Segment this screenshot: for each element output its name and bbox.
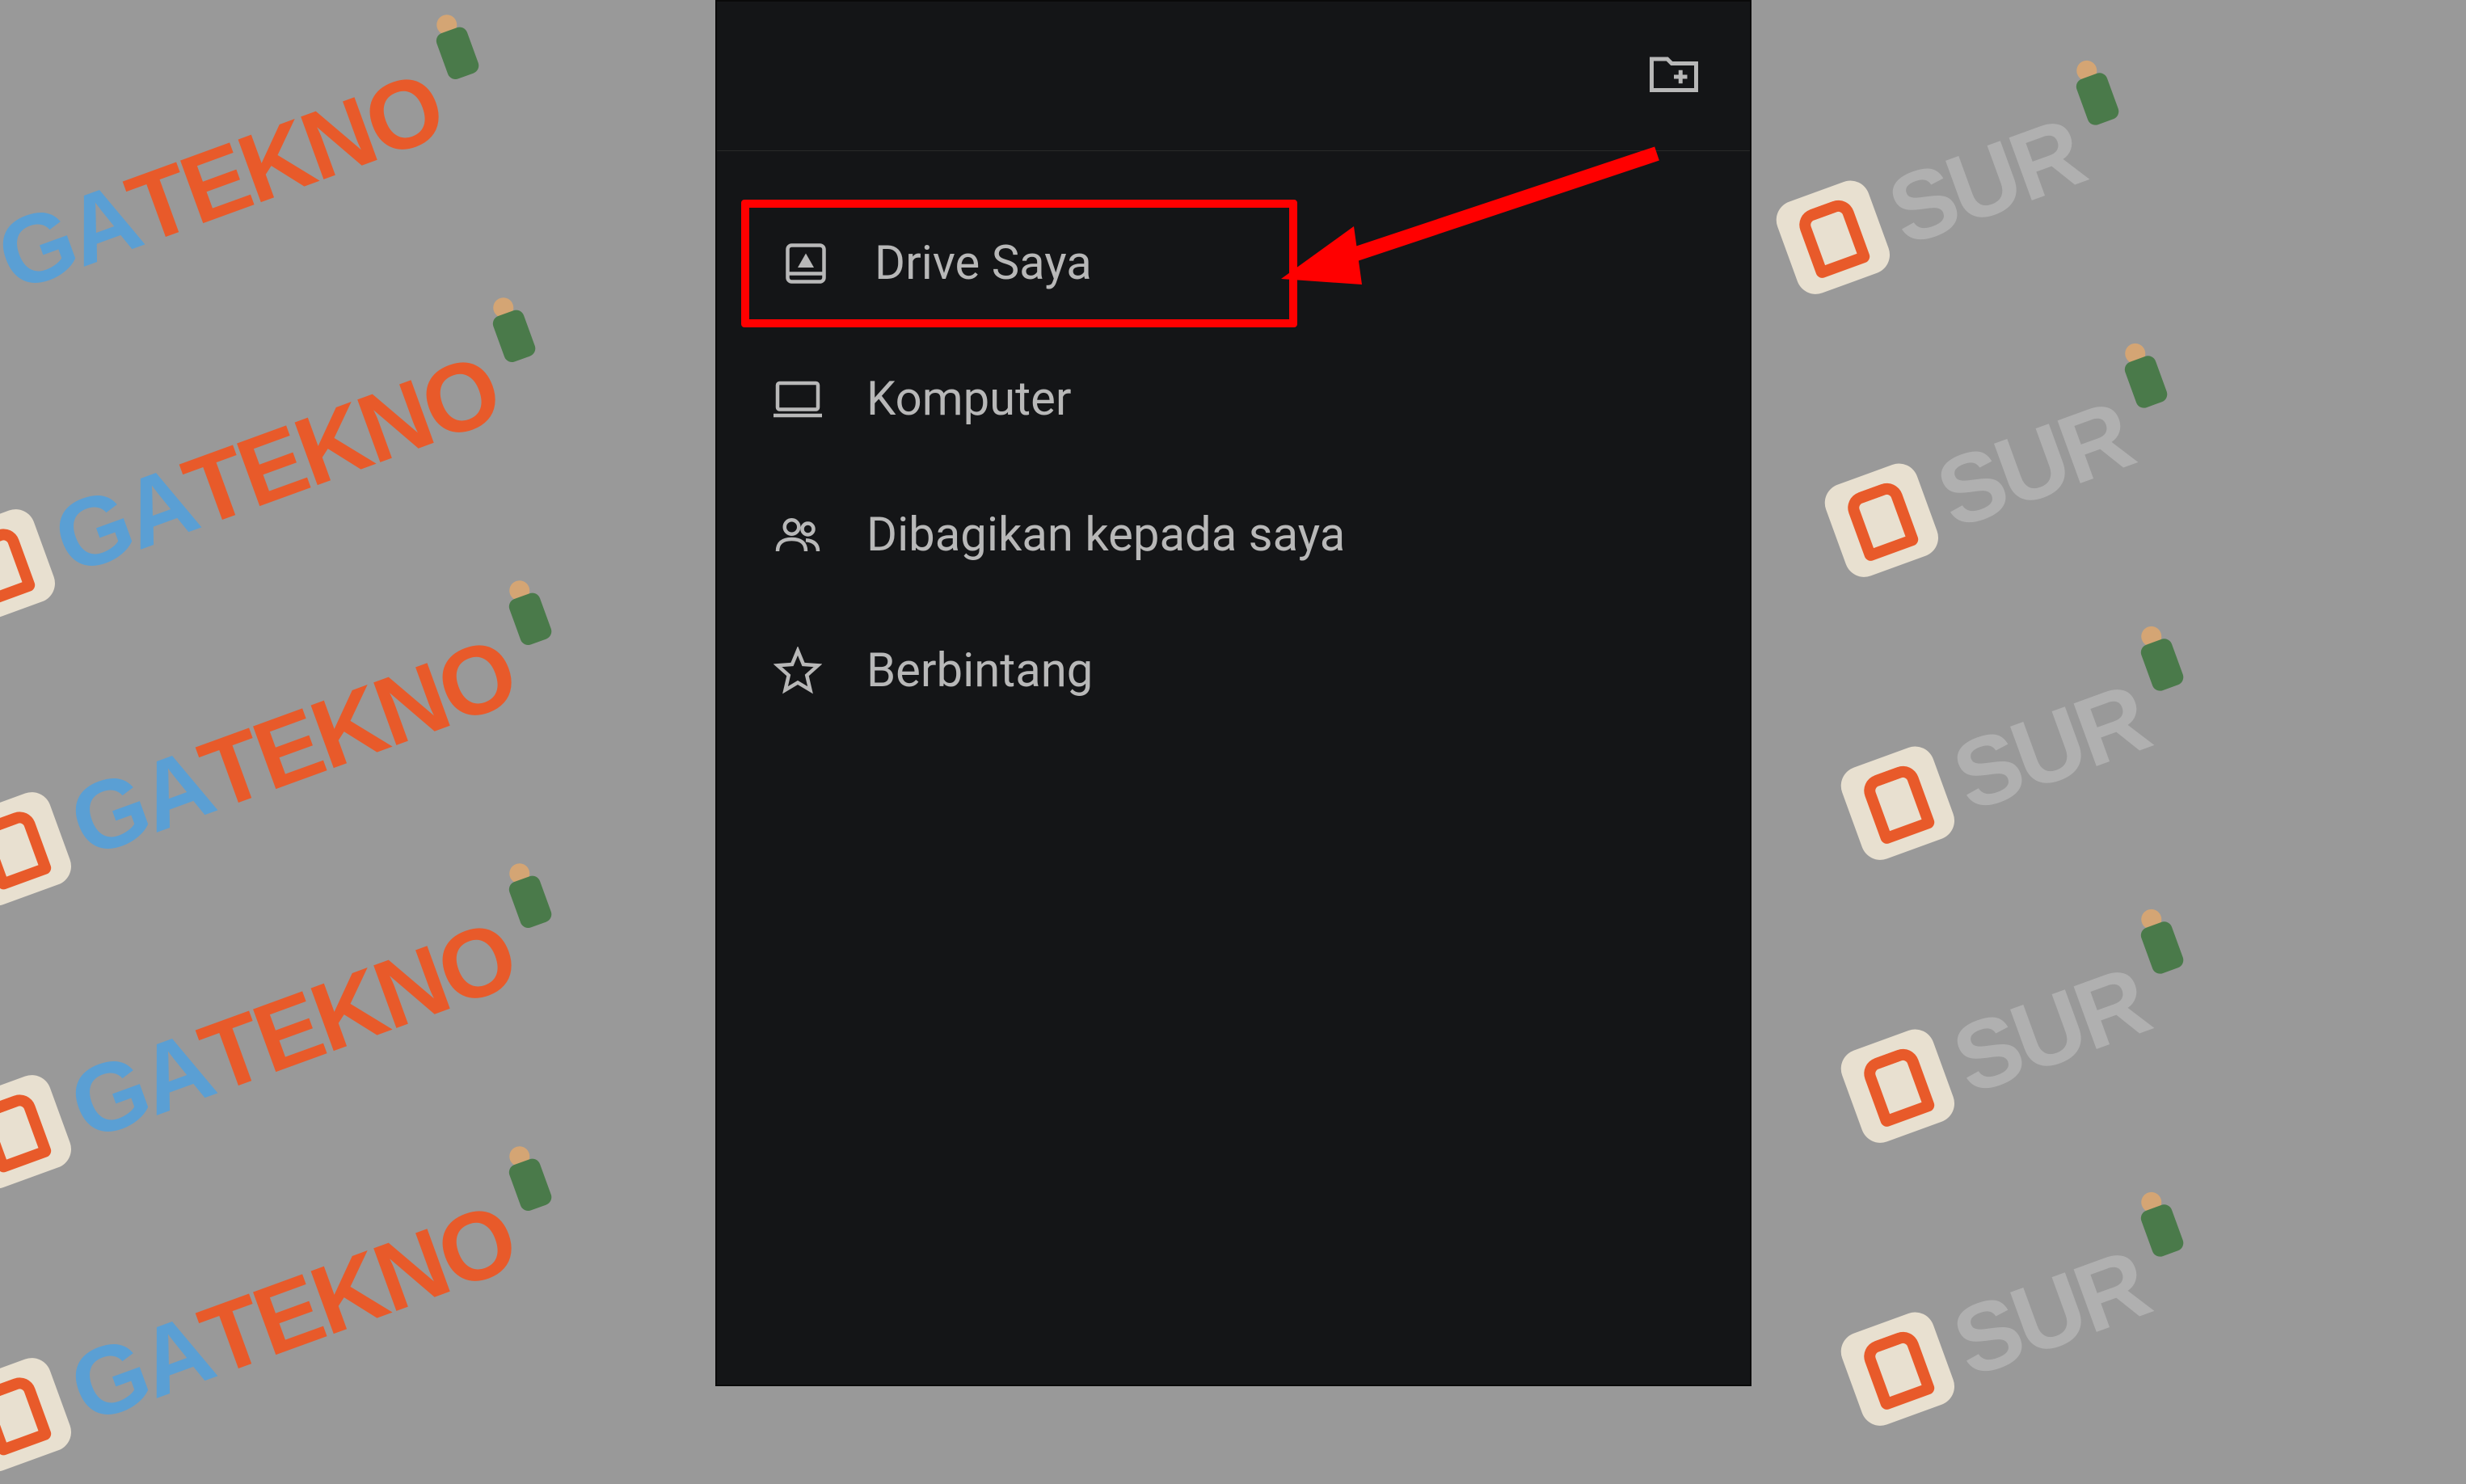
menu-label: Drive Saya bbox=[875, 236, 1092, 291]
drive-navigation-panel: Drive Saya Komputer Dibagika bbox=[715, 0, 1751, 1386]
menu-label: Dibagikan kepada saya bbox=[866, 508, 1345, 563]
menu-item-computer[interactable]: Komputer bbox=[733, 335, 1734, 463]
drive-icon bbox=[782, 239, 830, 288]
menu-label: Berbintang bbox=[866, 643, 1093, 698]
computer-icon bbox=[774, 375, 822, 424]
app-header bbox=[717, 2, 1750, 151]
menu-item-shared-with-me[interactable]: Dibagikan kepada saya bbox=[733, 471, 1734, 599]
menu-item-my-drive[interactable]: Drive Saya bbox=[741, 200, 1297, 327]
menu-item-starred[interactable]: Berbintang bbox=[733, 607, 1734, 735]
navigation-menu: Drive Saya Komputer Dibagika bbox=[717, 151, 1750, 735]
menu-label: Komputer bbox=[866, 372, 1072, 427]
star-icon bbox=[774, 647, 822, 695]
shared-icon bbox=[774, 511, 822, 559]
new-folder-icon[interactable] bbox=[1646, 50, 1701, 95]
